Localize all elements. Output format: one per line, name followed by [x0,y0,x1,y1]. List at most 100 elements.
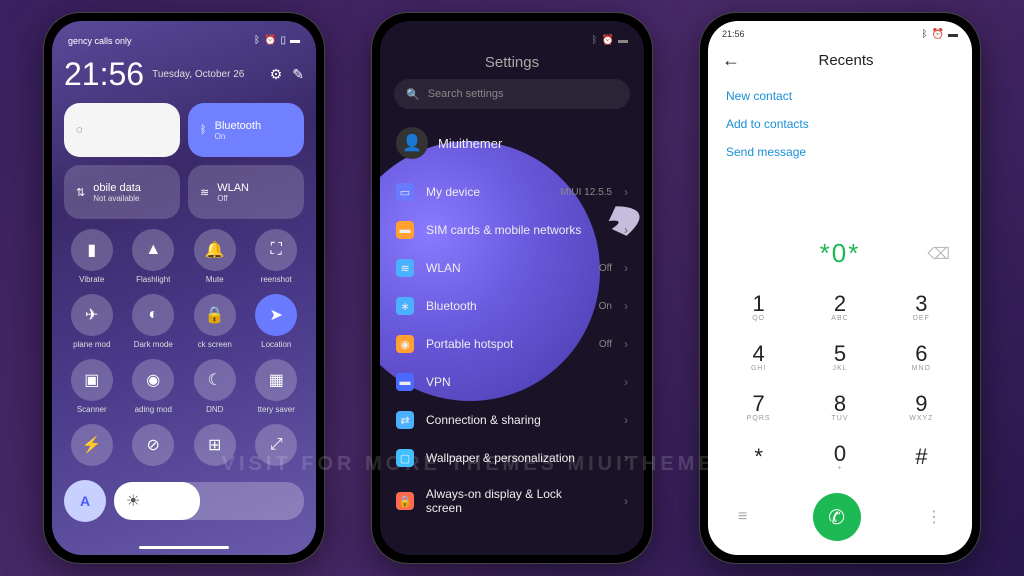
dialer-link[interactable]: Send message [726,145,954,159]
menu-button[interactable]: ≡ [738,508,747,526]
qs-toggle[interactable]: ⤢ [249,424,305,470]
alarm-icon: ⏰ [932,29,944,40]
settings-item-label: Bluetooth [426,299,477,313]
qs-toggle[interactable]: ⚡ [64,424,120,470]
qs-toggle[interactable]: 🔔 Mute [187,229,243,284]
tile-bluetooth-label: Bluetooth [215,120,261,132]
bluetooth-icon: ᛒ [254,35,260,46]
battery-icon: ▬ [290,35,300,46]
qs-toggle[interactable]: ▣ Scanner [64,359,120,414]
keypad-key[interactable]: * [718,431,799,481]
qs-label: Location [261,340,291,349]
settings-item[interactable]: ▭ My device MIUI 12.5.5 › [394,173,630,211]
qs-toggle[interactable]: ▮ Vibrate [64,229,120,284]
key-number: 8 [834,391,846,417]
tile-mobile-data[interactable]: ⇅ obile data Not available [64,165,180,219]
dialer-link[interactable]: Add to contacts [726,117,954,131]
clock-date: Tuesday, October 26 [152,69,262,80]
key-number: 6 [915,341,927,367]
battery-icon: ▬ [948,29,958,40]
settings-item-label: My device [426,185,480,199]
settings-item-icon: ◉ [396,335,414,353]
quick-settings-grid: ▮ Vibrate▲ Flashlight🔔 Mute⛶ reenshot ✈ p… [64,229,304,470]
search-settings-input[interactable]: 🔍 Search settings [394,79,630,109]
settings-item[interactable]: 🔒 Always-on display & Lock screen › [394,477,630,525]
qs-toggle[interactable]: ☾ DND [187,359,243,414]
phone-icon: ✆ [828,505,845,530]
settings-item-label: WLAN [426,261,461,275]
qs-label: Mute [206,275,224,284]
qs-toggle[interactable]: ⊘ [126,424,182,470]
qs-toggle[interactable]: ➤ Location [249,294,305,349]
qs-toggle[interactable]: ⛶ reenshot [249,229,305,284]
settings-item[interactable]: ▢ Wallpaper & personalization › [394,439,630,477]
qs-toggle[interactable]: ⊞ [187,424,243,470]
keypad-key[interactable]: # [881,431,962,481]
keypad-key[interactable]: 1 QO [718,281,799,331]
tile-data-sub: Not available [93,194,141,203]
qs-label: ading mod [135,405,172,414]
tile-wlan[interactable]: ≋ WLAN Off [188,165,304,219]
keypad-key[interactable]: 7 PQRS [718,381,799,431]
key-letters: MNO [912,365,931,372]
chevron-right-icon: › [624,413,628,427]
call-button[interactable]: ✆ [813,493,861,541]
qs-toggle[interactable]: ✈ plane mod [64,294,120,349]
bluetooth-icon: ᛒ [200,124,207,136]
settings-item[interactable]: ▬ VPN › [394,363,630,401]
qs-label: Dark mode [134,340,173,349]
data-icon: ⇅ [76,186,85,199]
qs-label: ck screen [198,340,232,349]
keypad-key[interactable]: 9 WXYZ [881,381,962,431]
qs-label: reenshot [261,275,292,284]
keypad-key[interactable]: 5 JKL [799,331,880,381]
auto-brightness-button[interactable]: A [64,480,106,522]
qs-toggle[interactable]: ▦ ttery saver [249,359,305,414]
key-letters: WXYZ [909,415,933,422]
settings-item-label: VPN [426,375,451,389]
settings-item[interactable]: ⇄ Connection & sharing › [394,401,630,439]
chevron-right-icon: › [624,185,628,199]
key-letters: PQRS [747,415,771,422]
search-icon: 🔍 [406,88,420,101]
qs-label: Vibrate [79,275,104,284]
chevron-right-icon: › [624,261,628,275]
settings-item[interactable]: ◉ Portable hotspot Off › [394,325,630,363]
keypad-key[interactable]: 0 + [799,431,880,481]
qs-toggle[interactable]: ◉ ading mod [126,359,182,414]
more-button[interactable]: ⋮ [926,507,942,527]
account-name: Miuithemer [438,136,502,151]
brightness-icon: ☀ [126,491,140,511]
keypad-key[interactable]: 2 ABC [799,281,880,331]
qs-toggle[interactable]: ◐ Dark mode [126,294,182,349]
home-indicator[interactable] [139,546,229,549]
settings-item-label: Connection & sharing [426,413,541,427]
keypad-key[interactable]: 3 DEF [881,281,962,331]
tile-wlan-sub: Off [217,194,249,203]
keypad-key[interactable]: 4 GHI [718,331,799,381]
keypad-key[interactable]: 6 MNO [881,331,962,381]
vibrate-icon: ▯ [280,35,286,46]
qs-toggle[interactable]: 🔒 ck screen [187,294,243,349]
key-letters: DEF [913,315,930,322]
chevron-right-icon: › [624,223,628,237]
qs-toggle[interactable]: ▲ Flashlight [126,229,182,284]
dialer-link[interactable]: New contact [726,89,954,103]
settings-icon[interactable]: ⚙ [270,66,283,83]
qs-icon: ⊘ [132,424,174,466]
brightness-slider[interactable]: ☀ [114,482,304,520]
backspace-button[interactable]: ⌫ [927,244,950,264]
settings-item[interactable]: ∗ Bluetooth On › [394,287,630,325]
keypad-key[interactable]: 8 TUV [799,381,880,431]
settings-item[interactable]: ▬ SIM cards & mobile networks › [394,211,630,249]
tile-bluetooth[interactable]: ᛒ Bluetooth On [188,103,304,157]
account-row[interactable]: 👤 Miuithemer [394,121,630,173]
key-number: 2 [834,291,846,317]
key-number: 4 [753,341,765,367]
edit-icon[interactable]: ✎ [292,66,304,83]
settings-item-value: Off [599,339,612,350]
settings-item[interactable]: ≋ WLAN Off › [394,249,630,287]
chevron-right-icon: › [624,337,628,351]
tile-water[interactable]: ◌ [64,103,180,157]
key-letters: GHI [751,365,766,372]
